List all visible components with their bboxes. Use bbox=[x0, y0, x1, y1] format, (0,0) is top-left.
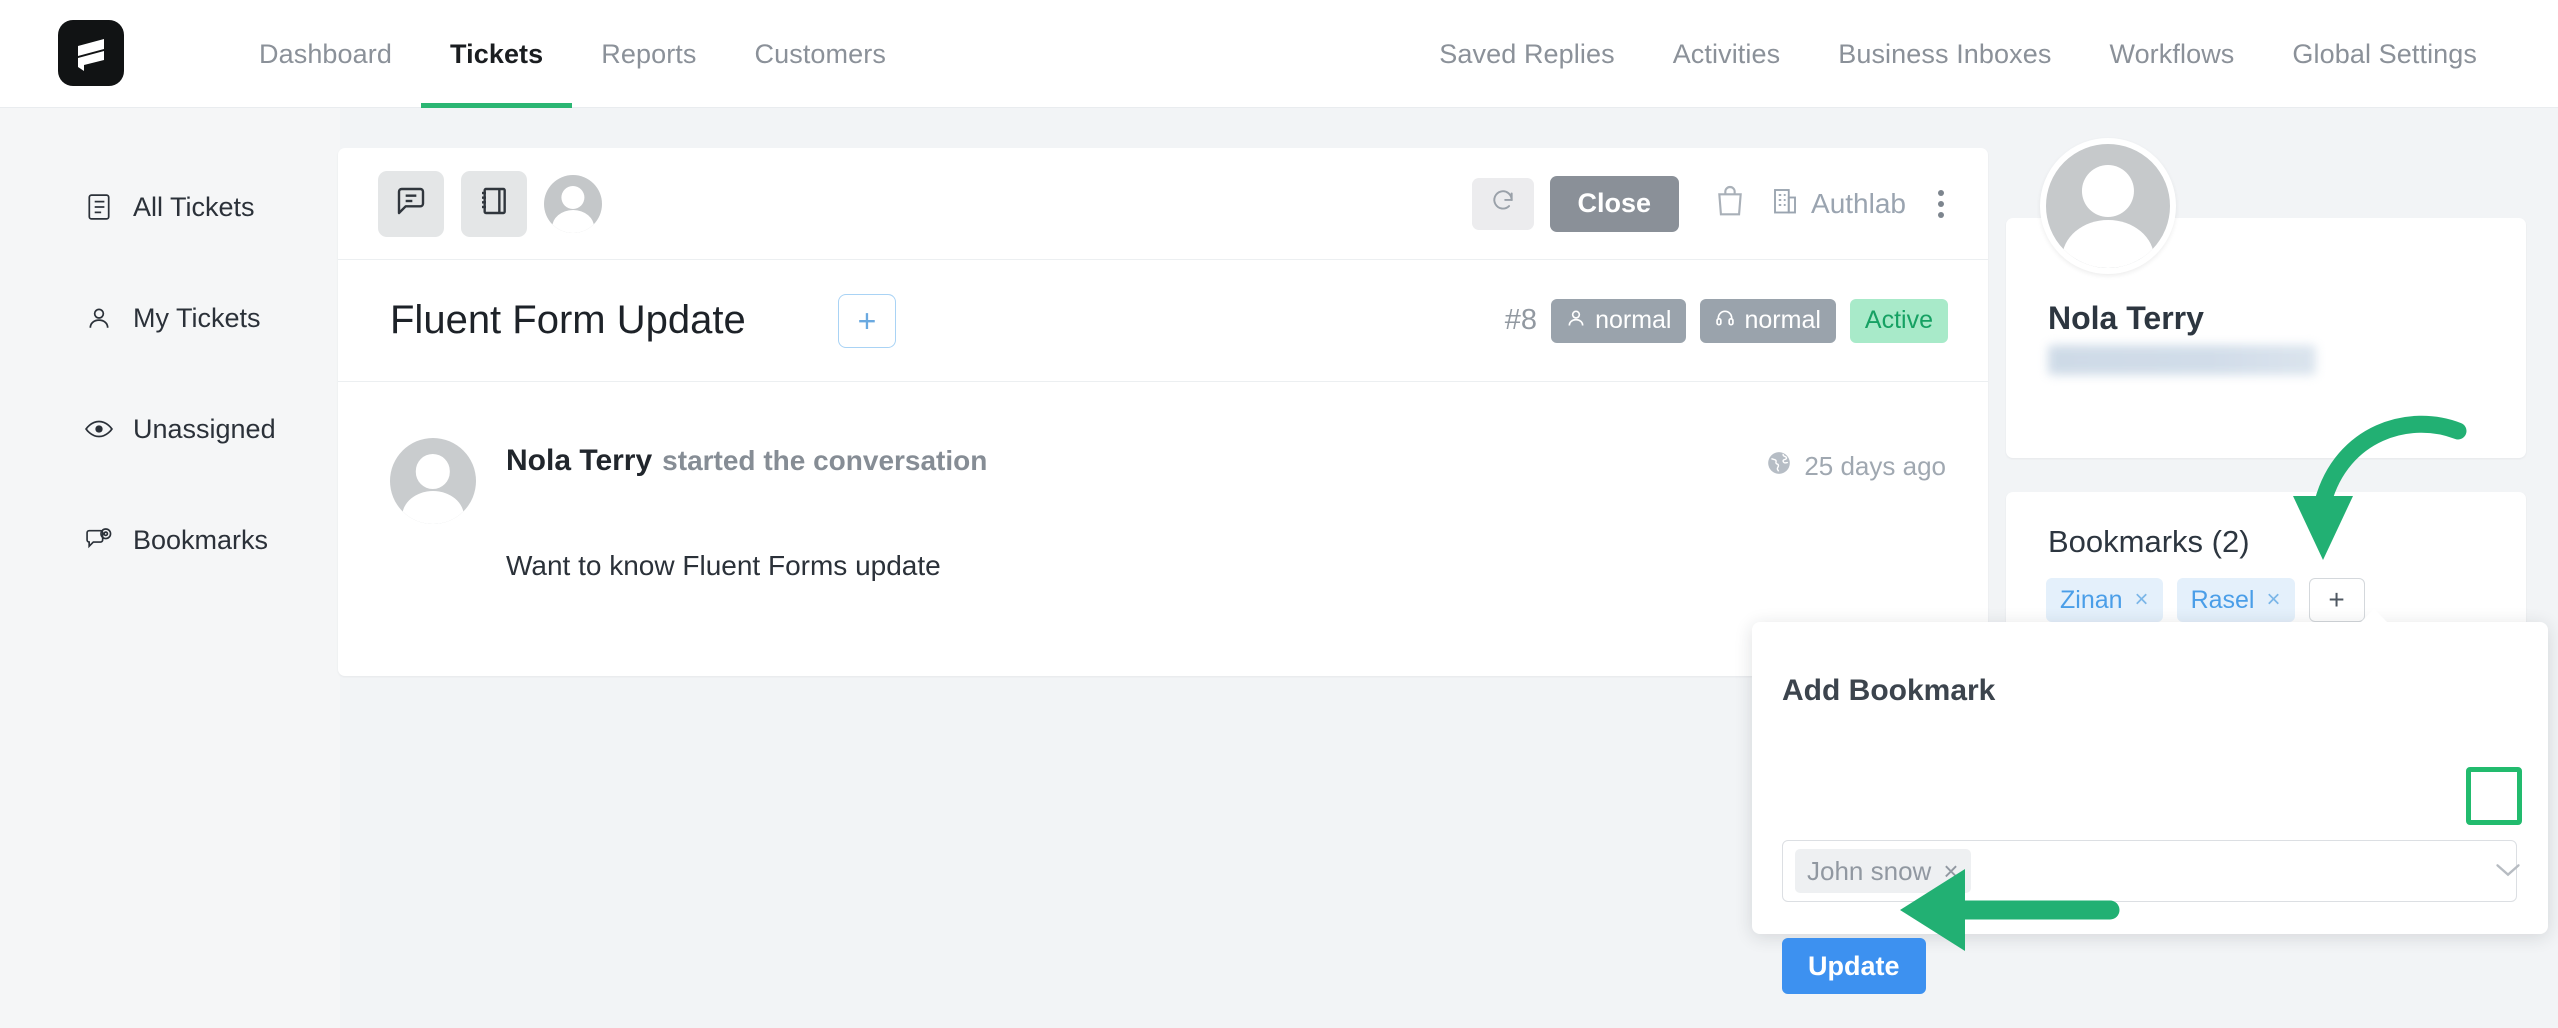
nav-label: Business Inboxes bbox=[1838, 38, 2052, 69]
sidebar-item-label: My Tickets bbox=[133, 302, 261, 333]
bookmark-tag-list: Zinan × Rasel × + bbox=[2046, 578, 2365, 622]
conversation-view-button[interactable] bbox=[378, 170, 444, 237]
conversation-message: Want to know Fluent Forms update bbox=[506, 550, 941, 581]
sidebar: All Tickets My Tickets Unassigned Bookma… bbox=[0, 108, 340, 1028]
add-tag-button[interactable]: + bbox=[838, 293, 896, 348]
nav-item-customers[interactable]: Customers bbox=[726, 0, 915, 108]
nav-item-activities[interactable]: Activities bbox=[1644, 0, 1810, 108]
primary-nav: Dashboard Tickets Reports Customers bbox=[230, 0, 915, 108]
refresh-icon bbox=[1490, 188, 1516, 219]
secondary-nav: Saved Replies Activities Business Inboxe… bbox=[1410, 0, 2506, 108]
user-icon bbox=[84, 304, 113, 333]
timestamp-label: 25 days ago bbox=[1804, 451, 1946, 481]
nav-label: Saved Replies bbox=[1439, 38, 1615, 69]
nav-item-workflows[interactable]: Workflows bbox=[2080, 0, 2263, 108]
ticket-title: Fluent Form Update bbox=[390, 298, 746, 342]
nav-label: Activities bbox=[1672, 38, 1781, 69]
sidebar-item-label: All Tickets bbox=[133, 191, 255, 222]
chat-bubble-icon bbox=[395, 185, 427, 222]
badge-customer-priority[interactable]: normal bbox=[1551, 298, 1687, 343]
notebook-icon bbox=[478, 185, 510, 222]
update-button[interactable]: Update bbox=[1782, 938, 1926, 994]
nav-item-tickets[interactable]: Tickets bbox=[421, 0, 573, 108]
top-navigation-bar: Dashboard Tickets Reports Customers Save… bbox=[0, 0, 2558, 108]
shopping-bag-icon[interactable] bbox=[1715, 185, 1745, 222]
refresh-button[interactable] bbox=[1471, 177, 1534, 230]
bookmark-tag[interactable]: Zinan × bbox=[2046, 578, 2163, 622]
badge-label: normal bbox=[1744, 306, 1821, 334]
toolbar-right-group: Close Authlab bbox=[1471, 175, 1951, 232]
business-inbox-label: Authlab bbox=[1811, 187, 1906, 219]
fluent-support-logo[interactable] bbox=[58, 20, 124, 86]
nav-item-reports[interactable]: Reports bbox=[572, 0, 725, 108]
nav-label: Tickets bbox=[450, 38, 544, 69]
conversation-thread: Nola Terry started the conversation 25 d… bbox=[338, 382, 1988, 581]
close-ticket-button[interactable]: Close bbox=[1549, 175, 1680, 232]
assignee-avatar[interactable] bbox=[544, 174, 602, 233]
nav-item-saved-replies[interactable]: Saved Replies bbox=[1410, 0, 1643, 108]
remove-icon[interactable]: × bbox=[1943, 856, 1958, 887]
bookmark-tag-label: Zinan bbox=[2060, 585, 2123, 614]
user-icon bbox=[1566, 306, 1586, 335]
bookmark-tag-label: Rasel bbox=[2190, 585, 2255, 614]
sidebar-item-unassigned[interactable]: Unassigned bbox=[0, 400, 340, 458]
bookmarks-title: Bookmarks (2) bbox=[2048, 524, 2250, 559]
sidebar-item-bookmarks[interactable]: Bookmarks bbox=[0, 511, 340, 569]
business-inbox-chip[interactable]: Authlab bbox=[1771, 185, 1906, 222]
badge-agent-priority[interactable]: normal bbox=[1700, 298, 1836, 343]
nav-label: Global Settings bbox=[2292, 38, 2477, 69]
notes-view-button[interactable] bbox=[461, 170, 527, 237]
nav-item-dashboard[interactable]: Dashboard bbox=[230, 0, 421, 108]
ticket-number: #8 bbox=[1504, 304, 1538, 336]
nav-item-global-settings[interactable]: Global Settings bbox=[2263, 0, 2506, 108]
conversation-header: Nola Terry started the conversation bbox=[506, 444, 987, 478]
customer-name: Nola Terry bbox=[2048, 300, 2204, 336]
ticket-detail-card: Close Authlab Fluent Form Update + #8 no… bbox=[338, 148, 1988, 676]
sidebar-item-all-tickets[interactable]: All Tickets bbox=[0, 178, 340, 236]
popover-title: Add Bookmark bbox=[1782, 674, 1996, 707]
conversation-timestamp: 25 days ago bbox=[1766, 450, 1946, 483]
avatar bbox=[390, 438, 476, 524]
ticket-toolbar: Close Authlab bbox=[338, 148, 1988, 260]
nav-label: Reports bbox=[601, 38, 697, 69]
selected-token[interactable]: John snow × bbox=[1795, 849, 1971, 893]
building-icon bbox=[1771, 185, 1799, 222]
add-bookmark-popover: Add Bookmark John snow × Update bbox=[1752, 609, 2548, 994]
chat-at-icon bbox=[84, 526, 113, 555]
nav-label: Workflows bbox=[2109, 38, 2235, 69]
remove-icon[interactable]: × bbox=[2135, 586, 2149, 614]
sidebar-item-label: Bookmarks bbox=[133, 524, 269, 555]
conversation-author: Nola Terry bbox=[506, 444, 653, 477]
ticket-meta: #8 normal normal Active bbox=[1504, 298, 1948, 343]
highlight-box-dropdown bbox=[2466, 767, 2522, 825]
globe-icon bbox=[1766, 450, 1792, 483]
conversation-action: started the conversation bbox=[662, 445, 988, 476]
remove-icon[interactable]: × bbox=[2266, 586, 2280, 614]
avatar[interactable] bbox=[2040, 138, 2176, 274]
toolbar-left-group bbox=[378, 170, 602, 237]
sidebar-item-label: Unassigned bbox=[133, 413, 276, 444]
nav-item-business-inboxes[interactable]: Business Inboxes bbox=[1809, 0, 2080, 108]
bookmark-select-input[interactable]: John snow × bbox=[1782, 840, 2517, 902]
headset-icon bbox=[1715, 306, 1735, 335]
eye-icon bbox=[84, 415, 113, 444]
customer-email-redacted bbox=[2048, 345, 2316, 375]
status-badge[interactable]: Active bbox=[1849, 298, 1948, 343]
ticket-title-row: Fluent Form Update + #8 normal normal Ac… bbox=[338, 260, 1988, 382]
document-list-icon bbox=[84, 193, 113, 222]
nav-label: Customers bbox=[754, 38, 886, 69]
add-bookmark-button[interactable]: + bbox=[2308, 578, 2365, 622]
kebab-menu-icon[interactable] bbox=[1932, 184, 1950, 224]
sidebar-item-my-tickets[interactable]: My Tickets bbox=[0, 289, 340, 347]
nav-label: Dashboard bbox=[259, 38, 392, 69]
bookmark-tag[interactable]: Rasel × bbox=[2176, 578, 2295, 622]
chevron-down-icon[interactable] bbox=[2494, 858, 2522, 886]
token-label: John snow bbox=[1807, 855, 1932, 886]
badge-label: normal bbox=[1595, 306, 1672, 334]
